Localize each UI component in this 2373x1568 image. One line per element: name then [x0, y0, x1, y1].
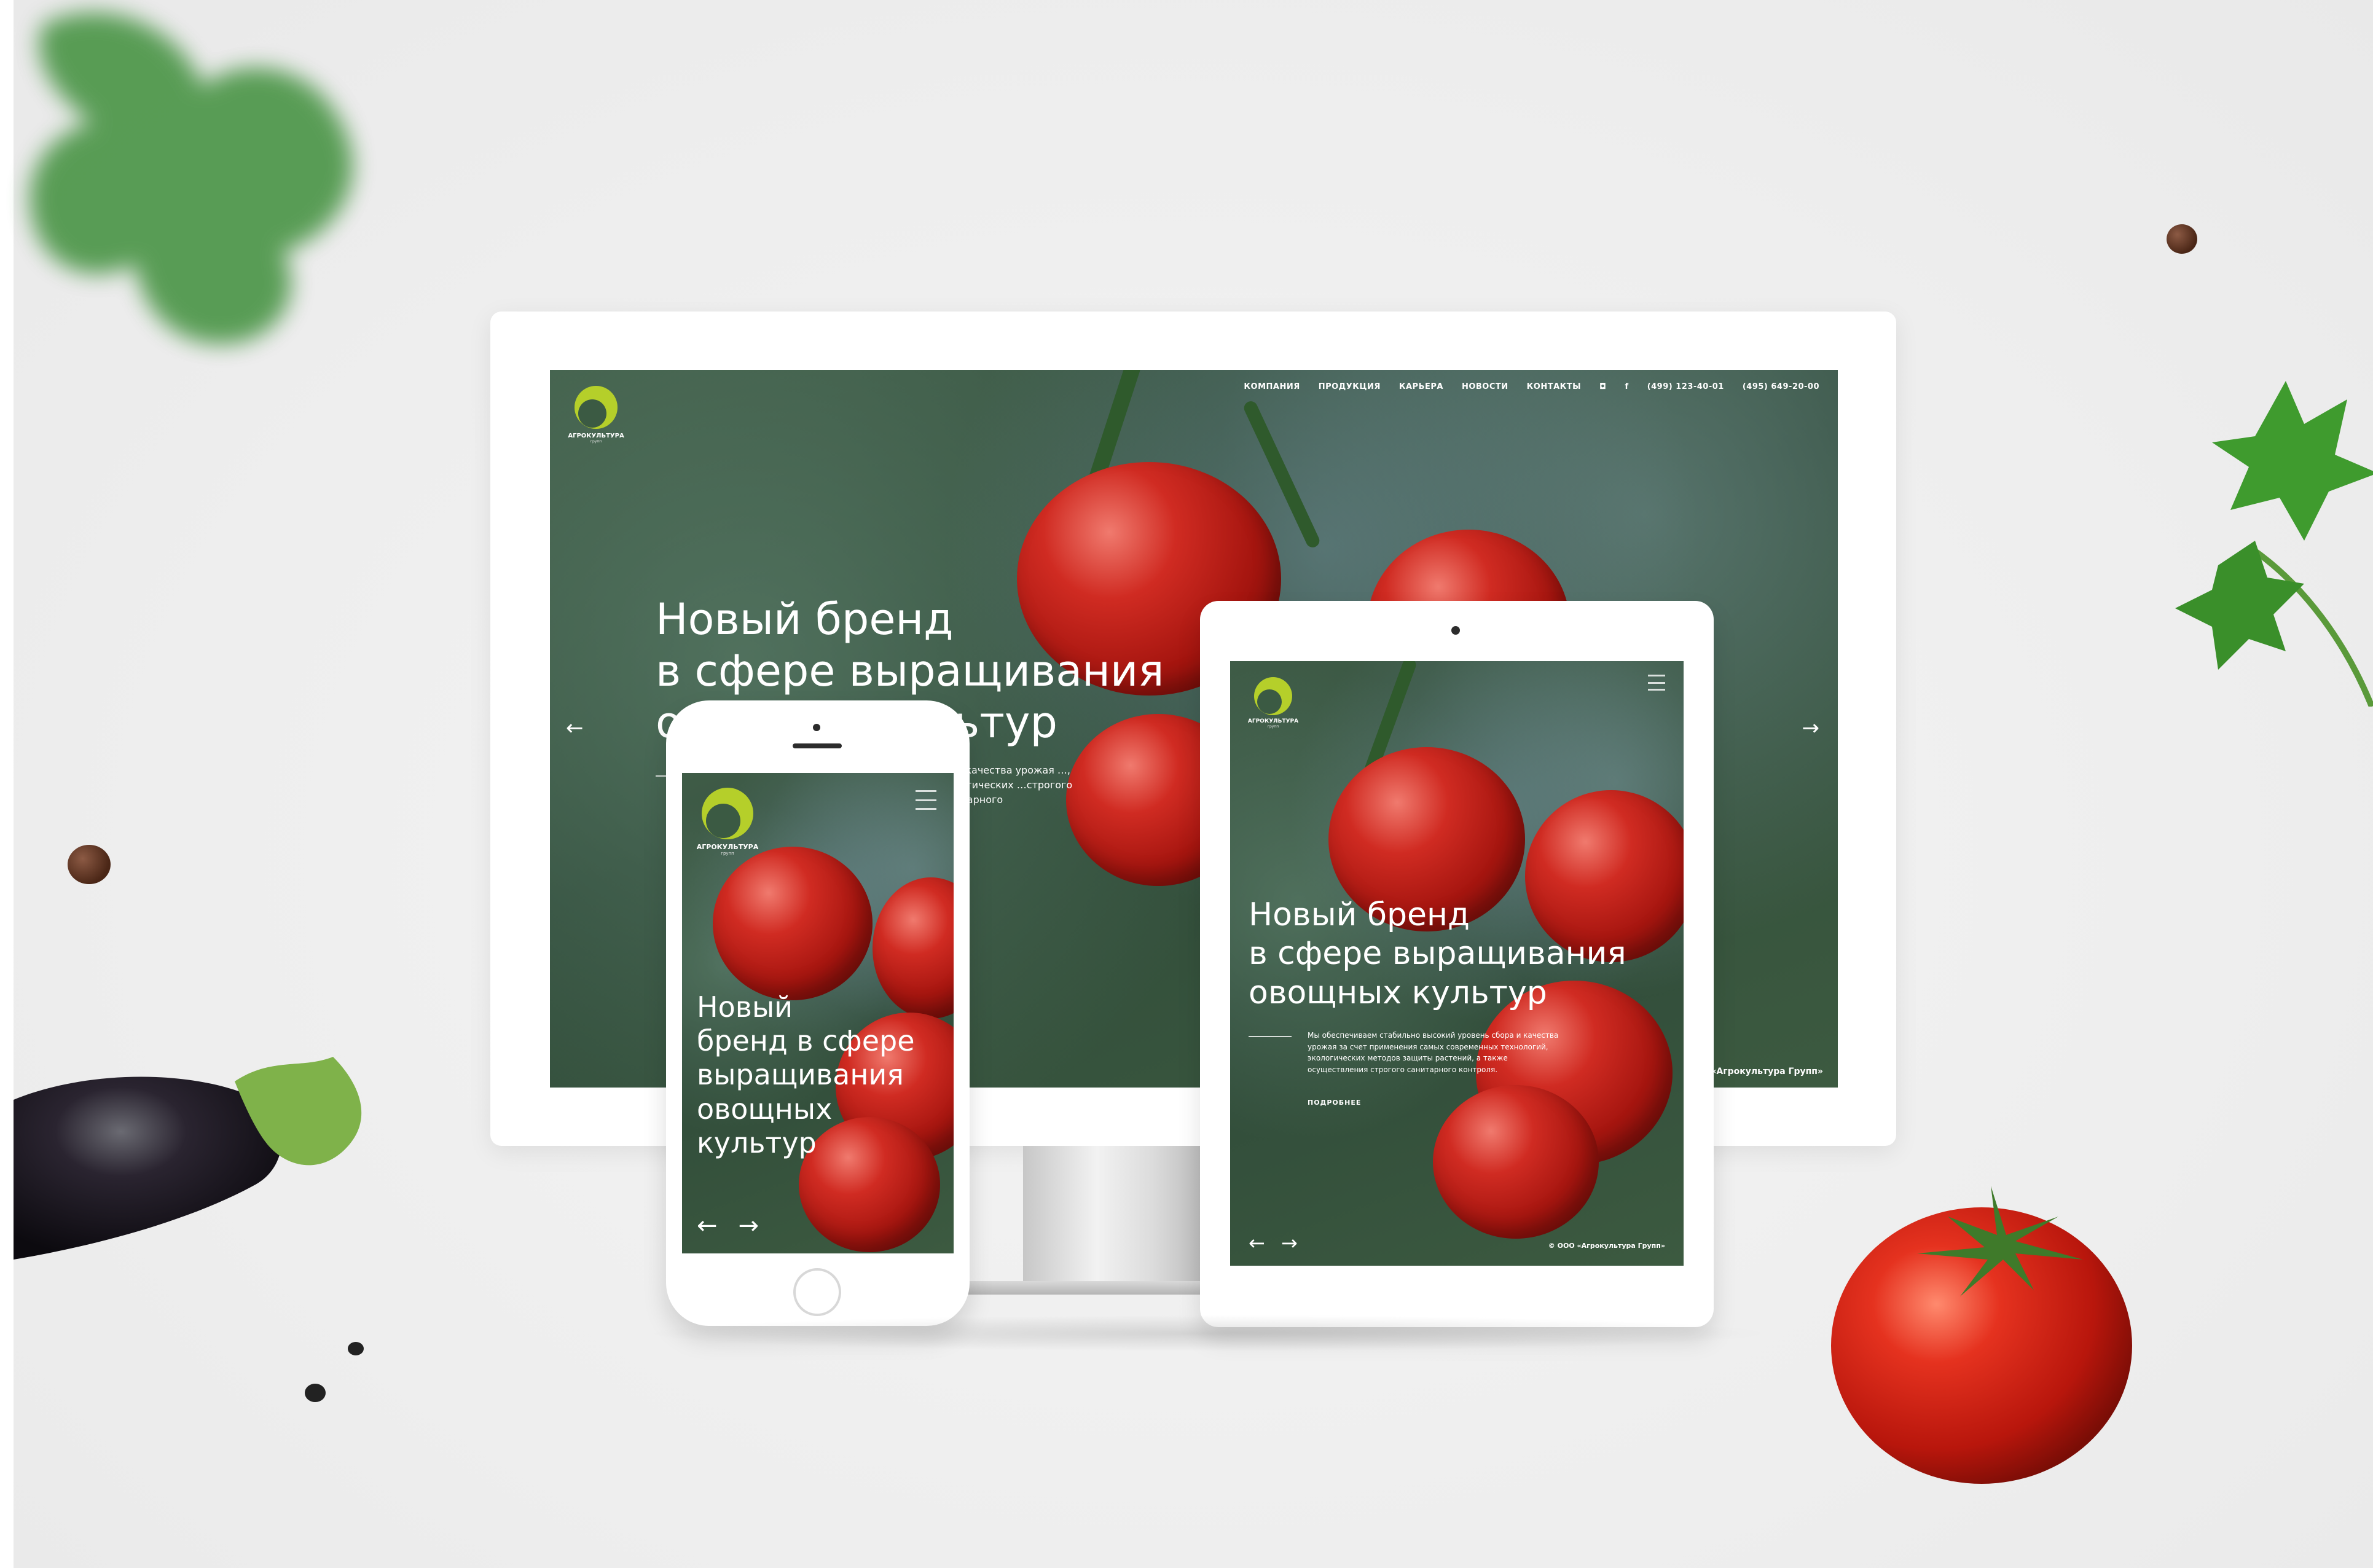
tomato-decoration [1831, 1186, 2132, 1484]
hero-title-line: бренд в сфере [697, 1024, 915, 1058]
hero-lead-text: Мы обеспечиваем стабильно высокий уровен… [1308, 1031, 1559, 1074]
arrow-right-icon[interactable]: → [739, 1212, 759, 1240]
hero-title: Новый бренд в сфере выращивания овощных … [697, 990, 915, 1160]
tomato-image [1433, 1085, 1599, 1239]
hero-title-line: овощных культур [1249, 974, 1547, 1011]
logo-mark [1254, 677, 1292, 715]
copyright: © ООО «Агрокультура Групп» [1548, 1242, 1665, 1250]
peppercorn-decoration [2167, 224, 2197, 254]
hero-title-line: культур [697, 1126, 817, 1159]
logo-subtext: групп [1267, 724, 1279, 729]
phone-screen: АГРОКУЛЬТУРА групп Новый бренд в сфере в… [682, 773, 954, 1253]
mockup-stage: АГРОКУЛЬТУРА групп КОМПАНИЯ ПРОДУКЦИЯ КА… [0, 0, 2373, 1568]
nav-item-news[interactable]: НОВОСТИ [1462, 382, 1508, 391]
peppercorn-decoration [68, 845, 111, 884]
arrow-left-icon[interactable]: ← [697, 1212, 718, 1240]
arrow-right-icon[interactable]: → [1281, 1231, 1298, 1255]
nav-item-career[interactable]: КАРЬЕРА [1399, 382, 1443, 391]
main-navigation: КОМПАНИЯ ПРОДУКЦИЯ КАРЬЕРА НОВОСТИ КОНТА… [1244, 382, 1819, 391]
phone-camera [813, 724, 820, 731]
arrow-left-icon[interactable]: ← [566, 718, 584, 739]
site-logo[interactable]: АГРОКУЛЬТУРА групп [568, 386, 624, 444]
tablet-screen: АГРОКУЛЬТУРА групп Новый бренд в сфере в… [1230, 661, 1684, 1266]
hero-title-line: Новый бренд [656, 594, 954, 645]
more-link[interactable]: ПОДРОБНЕЕ [1308, 1099, 1361, 1107]
hamburger-menu-icon[interactable] [916, 790, 936, 810]
logo-subtext: групп [590, 439, 602, 444]
tomato-image [713, 847, 873, 1000]
blurred-leaf-decoration [29, 12, 353, 344]
nav-item-company[interactable]: КОМПАНИЯ [1244, 382, 1300, 391]
hero-title-line: в сфере выращивания [656, 646, 1164, 696]
logo-text: АГРОКУЛЬТУРА [1247, 718, 1299, 724]
nav-item-products[interactable]: ПРОДУКЦИЯ [1319, 382, 1381, 391]
nav-item-contacts[interactable]: КОНТАКТЫ [1527, 382, 1581, 391]
hero-title-line: овощных [697, 1092, 833, 1126]
phone-home-button[interactable] [793, 1268, 841, 1316]
eggplant-decoration [14, 1057, 362, 1260]
logo-mark [702, 788, 753, 839]
slider-arrows: ← → [697, 1212, 759, 1240]
hero-title-line: выращивания [697, 1058, 904, 1092]
left-edge-strip [0, 0, 14, 1568]
monitor-stand [1023, 1146, 1207, 1287]
hero-title-line: в сфере выращивания [1249, 935, 1626, 973]
hero-title-line: Новый [697, 990, 793, 1024]
site-logo[interactable]: АГРОКУЛЬТУРА групп [697, 788, 758, 856]
phone-number-1[interactable]: (499) 123-40-01 [1647, 382, 1724, 391]
logo-text: АГРОКУЛЬТУРА [696, 843, 759, 851]
seed-decoration [348, 1342, 364, 1355]
site-logo[interactable]: АГРОКУЛЬТУРА групп [1247, 677, 1299, 729]
hero-divider [1249, 1036, 1292, 1037]
arrow-right-icon[interactable]: → [1802, 718, 1820, 739]
phone-speaker [793, 743, 842, 748]
tablet-camera [1451, 626, 1460, 635]
slider-arrows: ← → [1249, 1231, 1298, 1255]
device-shadow [639, 1315, 1776, 1352]
instagram-icon[interactable]: ◘ [1599, 382, 1606, 391]
facebook-icon[interactable]: f [1625, 382, 1629, 391]
hamburger-menu-icon[interactable] [1648, 675, 1665, 691]
parsley-decoration [2175, 381, 2373, 707]
phone-number-2[interactable]: (495) 649-20-00 [1743, 382, 1819, 391]
hero-title-line: Новый бренд [1249, 896, 1470, 933]
logo-mark [575, 386, 618, 429]
seed-decoration [305, 1384, 326, 1402]
logo-text: АГРОКУЛЬТУРА [568, 433, 624, 439]
logo-subtext: групп [721, 851, 734, 856]
arrow-left-icon[interactable]: ← [1249, 1231, 1265, 1255]
hero-title: Новый бренд в сфере выращивания овощных … [1249, 896, 1626, 1013]
